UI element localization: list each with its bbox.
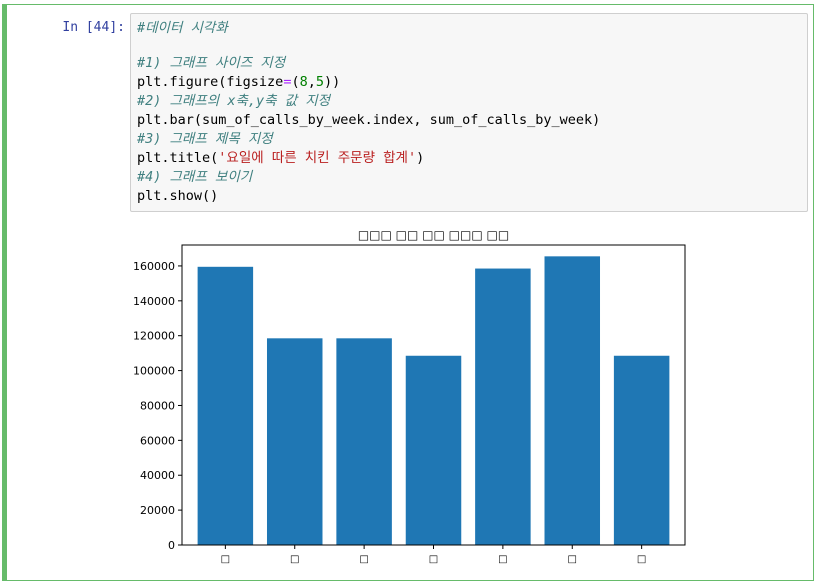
code-line-2: #1) 그래프 사이즈 지정	[137, 55, 285, 72]
code-line-9: plt.show()	[137, 188, 218, 205]
code-comment: #2) 그래프의 x축,y축 값 지정	[137, 93, 331, 109]
y-tick-label: 20000	[140, 504, 175, 517]
code-line-8: #4) 그래프 보이기	[137, 169, 252, 186]
code-text: )	[416, 150, 425, 166]
code-comment: #데이터 시각화	[137, 20, 228, 36]
input-prompt: In [44]:	[62, 20, 125, 35]
code-line-7: plt.title('요일에 따른 치킨 주문량 합계')	[137, 150, 424, 167]
code-line-6: #3) 그래프 제목 지정	[137, 131, 273, 148]
x-tick-label: □	[637, 554, 646, 565]
y-tick-label: 40000	[140, 469, 175, 482]
chart-bar	[475, 268, 531, 545]
code-editor[interactable]: #데이터 시각화 #1) 그래프 사이즈 지정 plt.figure(figsi…	[130, 13, 808, 212]
chart-bar	[266, 338, 323, 545]
code-line-1: #데이터 시각화	[137, 20, 228, 37]
code-text: plt.show()	[137, 188, 219, 204]
cell-selection-bar	[2, 4, 7, 581]
y-tick-label: 60000	[140, 434, 175, 447]
code-text: (	[291, 74, 300, 90]
y-tick-label: 160000	[133, 260, 175, 273]
x-tick-label: □	[498, 554, 507, 565]
chart-bar	[613, 355, 670, 545]
chart-bar	[336, 338, 392, 545]
code-number: 8	[299, 74, 308, 90]
x-tick-label: □	[568, 554, 577, 565]
code-string: '요일에 따른 치킨 주문량 합계'	[218, 150, 417, 166]
y-tick-label: 100000	[133, 365, 175, 378]
code-text: ))	[324, 74, 341, 90]
x-tick-label: □	[290, 554, 299, 565]
code-text: plt.bar(sum_of_calls_by_week.index, sum_…	[137, 112, 601, 128]
x-tick-label: □	[359, 554, 368, 565]
y-tick-label: 140000	[133, 295, 175, 308]
code-text: ,	[307, 74, 316, 90]
chart-bar	[405, 355, 462, 545]
x-tick-label: □	[221, 554, 230, 565]
bar-chart: □□□ □□ □□ □□□ □□ □ □ □ □ □ □ □ 0 20000 40000 60000 8…	[133, 228, 686, 565]
cell-output: □□□ □□ □□ □□□ □□ □ □ □ □ □ □ □ 0 20000 40000 60000 8…	[130, 222, 710, 577]
x-tick-label: □	[429, 554, 438, 565]
y-tick-label: 120000	[133, 330, 175, 343]
code-comment: #3) 그래프 제목 지정	[137, 131, 273, 147]
chart-bar	[197, 266, 254, 545]
chart-title: □□□ □□ □□ □□□ □□	[358, 228, 509, 242]
code-line-5: plt.bar(sum_of_calls_by_week.index, sum_…	[137, 112, 600, 129]
code-text: plt.title(	[137, 150, 219, 166]
code-line-3: plt.figure(figsize=(8,5))	[137, 74, 340, 91]
y-tick-label: 80000	[140, 399, 175, 412]
y-tick-label: 0	[168, 539, 175, 552]
code-line-4: #2) 그래프의 x축,y축 값 지정	[137, 93, 330, 110]
code-text: plt.figure(figsize	[137, 74, 284, 90]
chart-bar	[544, 256, 601, 545]
code-comment: #4) 그래프 보이기	[137, 169, 253, 185]
code-comment: #1) 그래프 사이즈 지정	[137, 55, 286, 71]
code-number: 5	[315, 74, 325, 90]
